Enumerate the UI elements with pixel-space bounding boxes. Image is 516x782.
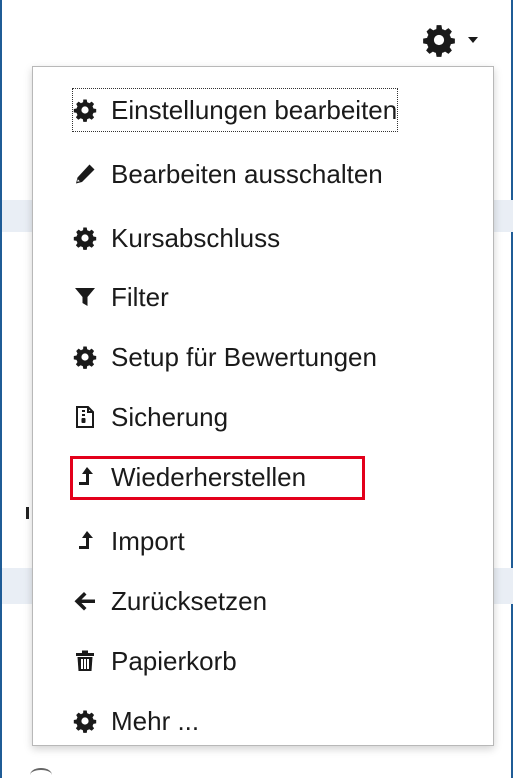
gear-icon [423,25,455,57]
menu-item-setup-fuer-bewertungen[interactable]: Setup für Bewertungen [73,336,377,378]
gear-icon [73,226,97,250]
menu-item-label: Setup für Bewertungen [111,341,377,372]
menu-item-label: Filter [111,281,169,312]
trash-icon [73,649,97,673]
upload-arrow-icon [73,465,97,489]
actions-menu-toggle[interactable] [422,20,498,60]
menu-item-sicherung[interactable]: Sicherung [73,396,228,438]
filter-icon [73,285,97,309]
menu-item-papierkorb[interactable]: Papierkorb [73,640,237,682]
menu-item-label: Einstellungen bearbeiten [111,94,398,125]
arrow-left-icon [73,589,97,613]
menu-item-mehr[interactable]: Mehr ... [73,700,199,742]
menu-item-import[interactable]: Import [73,520,185,562]
background-text-fragment [26,507,29,519]
menu-item-zuruecksetzen[interactable]: Zurücksetzen [73,580,267,622]
pencil-icon [73,162,97,186]
menu-item-label: Import [111,525,185,556]
menu-item-wiederherstellen[interactable]: Wiederherstellen [73,456,306,498]
gear-icon [73,98,97,122]
menu-item-label: Papierkorb [111,645,237,676]
menu-item-label: Sicherung [111,401,229,432]
background-icon-fragment [30,768,52,782]
gear-icon [73,709,97,733]
menu-item-label: Kursabschluss [111,222,281,253]
gear-icon [73,345,97,369]
menu-item-label: Wiederherstellen [111,461,307,492]
menu-item-label: Zurücksetzen [111,585,268,616]
backup-file-icon [73,405,97,429]
actions-dropdown-menu: Einstellungen bearbeiten Bearbeiten auss… [32,66,494,746]
menu-item-einstellungen-bearbeiten[interactable]: Einstellungen bearbeiten [71,88,399,132]
menu-item-bearbeiten-ausschalten[interactable]: Bearbeiten ausschalten [73,153,383,195]
chevron-down-icon [468,37,478,43]
menu-item-filter[interactable]: Filter [73,276,169,318]
menu-item-label: Mehr ... [111,705,200,736]
upload-arrow-icon [73,529,97,553]
menu-item-kursabschluss[interactable]: Kursabschluss [73,217,280,259]
menu-item-label: Bearbeiten ausschalten [111,158,383,189]
